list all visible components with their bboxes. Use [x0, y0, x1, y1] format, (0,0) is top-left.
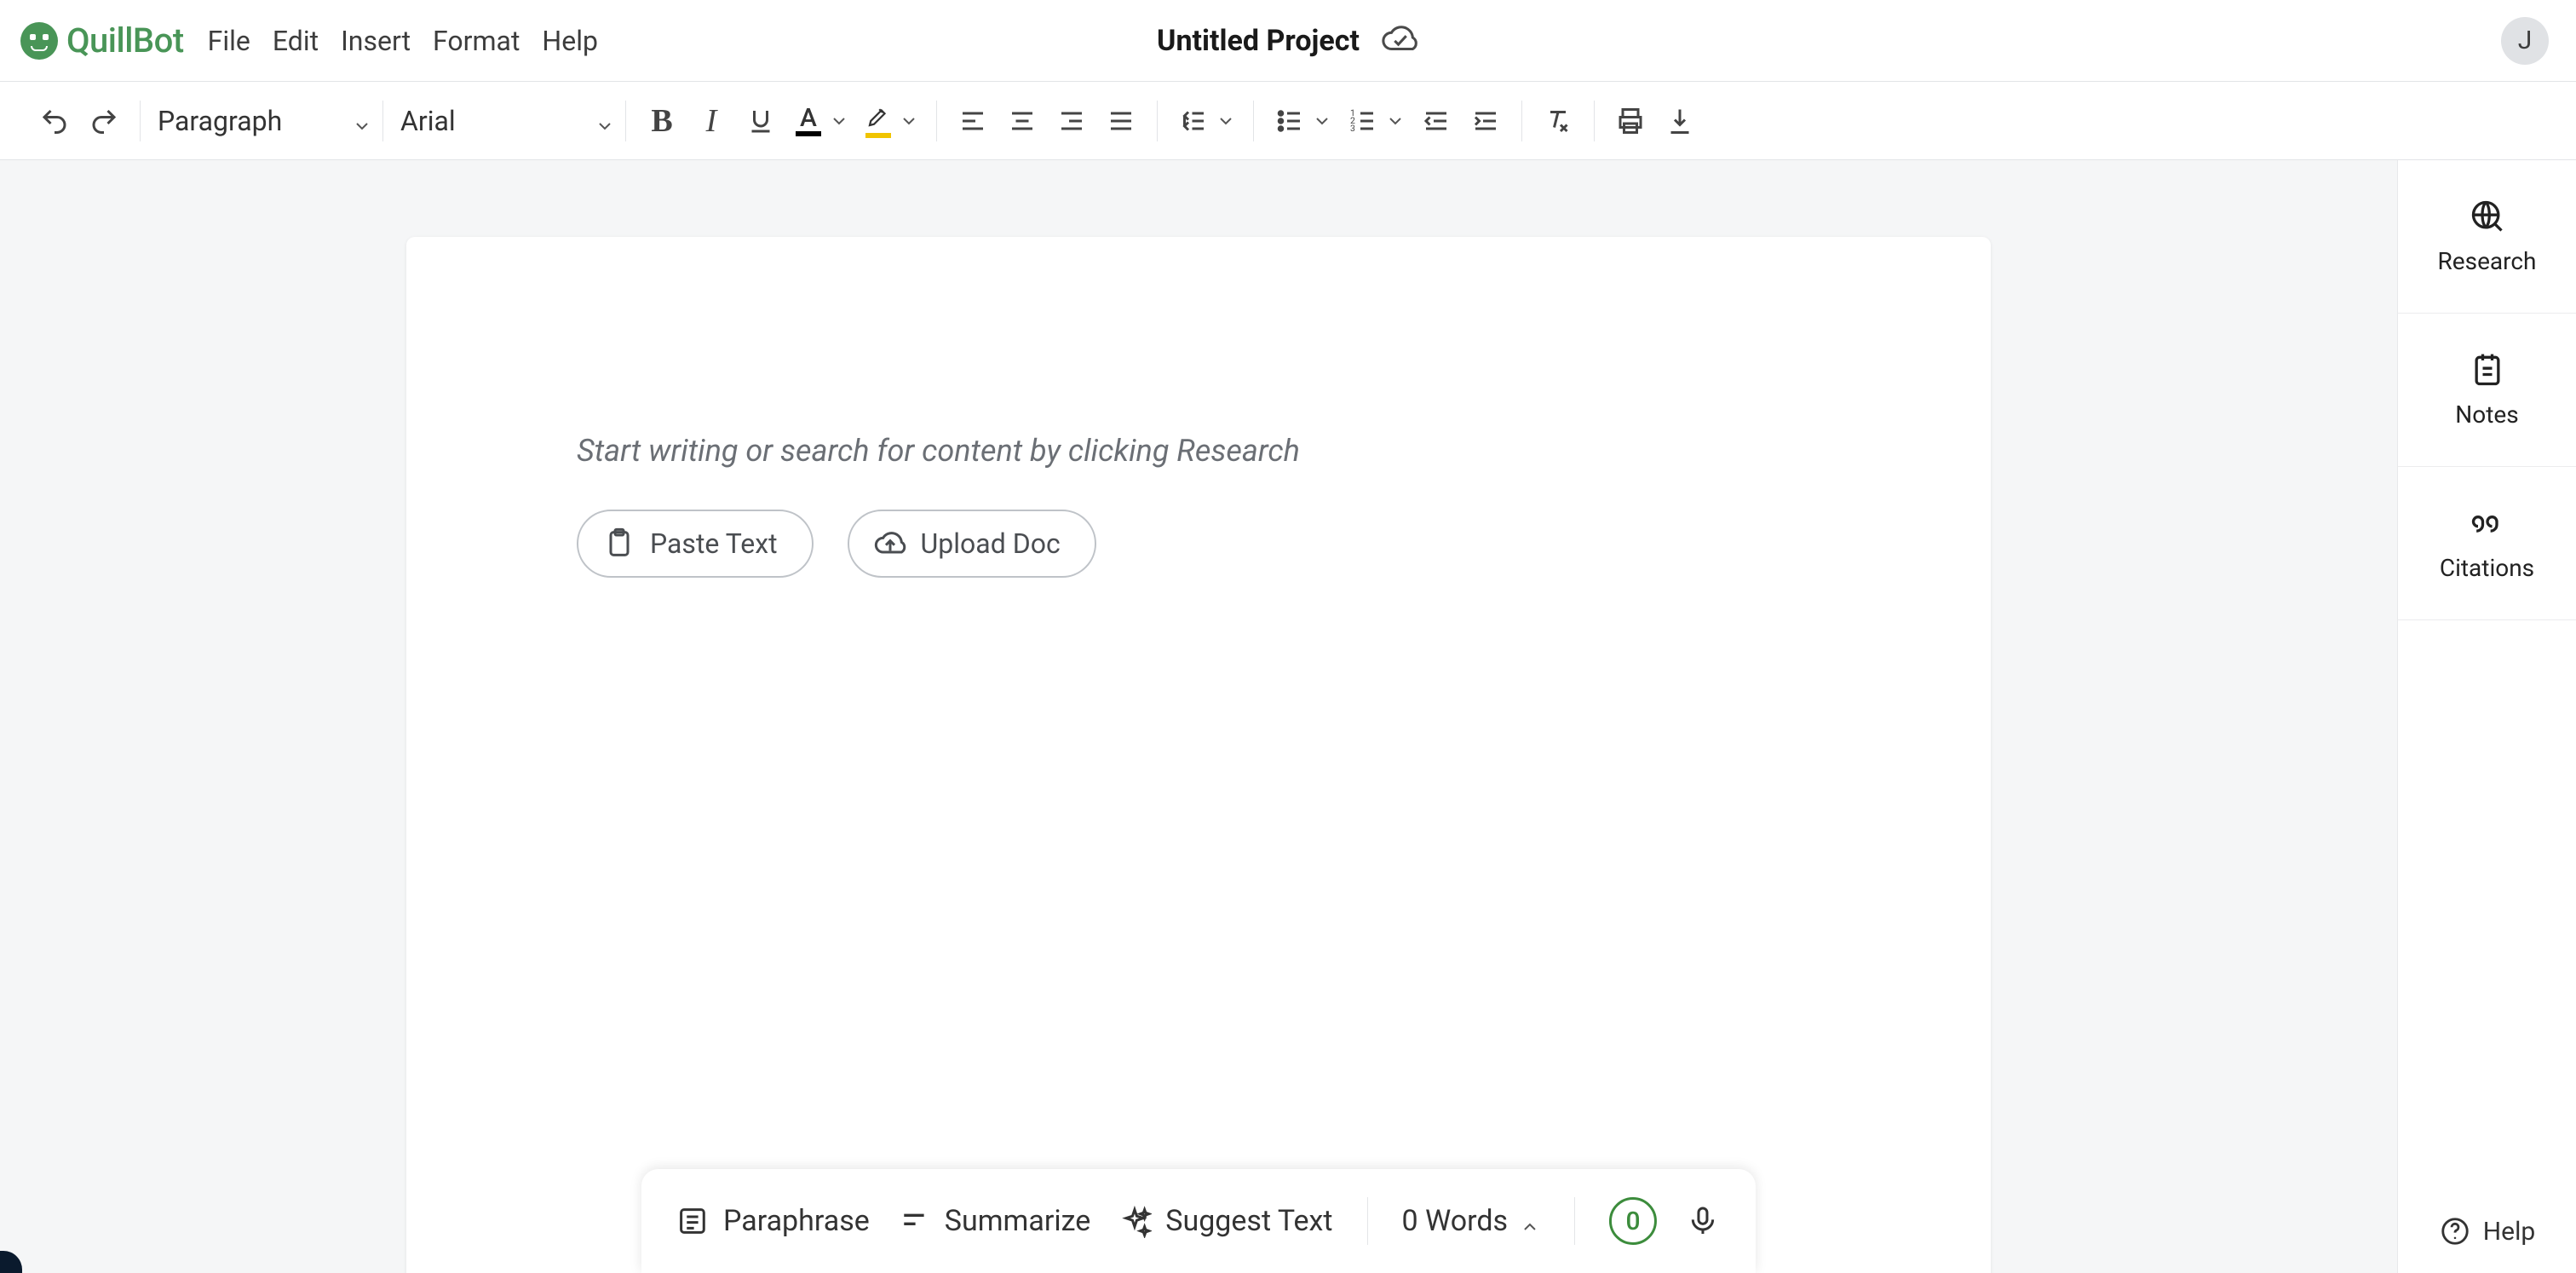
word-count-label: 0 Words [1402, 1204, 1509, 1238]
suggestion-count-badge[interactable]: 0 [1609, 1197, 1657, 1245]
redo-button[interactable] [85, 102, 123, 140]
text-color-button[interactable]: A [791, 102, 849, 140]
rail-notes[interactable]: Notes [2398, 314, 2576, 467]
align-left-button[interactable] [954, 102, 992, 140]
summarize-label: Summarize [945, 1204, 1090, 1238]
menu-items: File Edit Insert Format Help [208, 25, 598, 57]
cloud-sync-icon[interactable] [1380, 20, 1419, 62]
undo-button[interactable] [36, 102, 73, 140]
rail-citations-label: Citations [2440, 554, 2534, 582]
clipboard-icon [602, 527, 636, 561]
rail-research[interactable]: Research [2398, 160, 2576, 314]
brand-name: QuillBot [66, 20, 184, 60]
menu-insert[interactable]: Insert [341, 25, 411, 57]
chevron-down-icon [1216, 111, 1236, 131]
floatbar-separator [1367, 1197, 1368, 1245]
word-count-toggle[interactable]: 0 Words [1402, 1204, 1541, 1238]
rail-citations[interactable]: Citations [2398, 467, 2576, 620]
editor-placeholder: Start writing or search for content by c… [577, 433, 1820, 469]
chevron-down-icon [829, 111, 849, 131]
chevron-down-icon [352, 111, 372, 131]
chevron-down-icon [1312, 111, 1332, 131]
rail-notes-label: Notes [2455, 400, 2518, 429]
paste-text-label: Paste Text [650, 527, 778, 560]
logo[interactable]: QuillBot [20, 20, 184, 60]
quote-icon [2469, 504, 2506, 542]
bullet-list-button[interactable] [1271, 102, 1332, 140]
bold-button[interactable]: B [643, 102, 681, 140]
floatbar-separator [1574, 1197, 1575, 1245]
sparkle-icon [1118, 1204, 1152, 1238]
paragraph-style-select[interactable]: Paragraph [142, 97, 381, 145]
download-button[interactable] [1661, 102, 1699, 140]
toolbar-separator [1253, 101, 1254, 141]
summarize-icon [897, 1204, 931, 1238]
font-family-value: Arial [400, 105, 456, 137]
toolbar-separator [1594, 101, 1595, 141]
user-avatar[interactable]: J [2501, 17, 2549, 65]
paraphrase-label: Paraphrase [723, 1204, 870, 1238]
menu-format[interactable]: Format [433, 25, 520, 57]
menubar: QuillBot File Edit Insert Format Help Un… [0, 0, 2576, 82]
rail-research-label: Research [2438, 247, 2537, 275]
microphone-icon [1686, 1204, 1720, 1238]
toolbar-separator [625, 101, 626, 141]
indent-decrease-button[interactable] [1417, 102, 1455, 140]
toolbar-separator [936, 101, 937, 141]
align-center-button[interactable] [1003, 102, 1041, 140]
paraphrase-icon [676, 1204, 710, 1238]
avatar-initial: J [2518, 26, 2533, 55]
summarize-button[interactable]: Summarize [897, 1204, 1090, 1238]
document-title-area: Untitled Project [1157, 20, 1419, 62]
bottom-action-bar: Paraphrase Summarize Suggest Text 0 Word… [641, 1169, 1756, 1273]
clear-formatting-button[interactable] [1539, 102, 1577, 140]
document-title[interactable]: Untitled Project [1157, 24, 1360, 58]
font-family-select[interactable]: Arial [385, 97, 624, 145]
toolbar-separator [382, 101, 383, 141]
upload-doc-label: Upload Doc [921, 527, 1061, 560]
line-spacing-button[interactable] [1175, 102, 1236, 140]
rail-help-label: Help [2483, 1217, 2535, 1247]
chevron-down-icon [595, 111, 615, 131]
suggestion-count-value: 0 [1626, 1207, 1641, 1236]
toolbar-separator [140, 101, 141, 141]
svg-text:3: 3 [1350, 123, 1355, 134]
chevron-down-icon [1385, 111, 1406, 131]
paraphrase-button[interactable]: Paraphrase [676, 1204, 870, 1238]
toolbar-separator [1521, 101, 1522, 141]
menu-help[interactable]: Help [542, 25, 598, 57]
quillbot-logo-icon [20, 22, 58, 60]
numbered-list-button[interactable]: 123 [1344, 102, 1406, 140]
paste-text-button[interactable]: Paste Text [577, 510, 814, 578]
document-page[interactable]: Start writing or search for content by c… [406, 237, 1991, 1273]
help-icon [2439, 1215, 2471, 1247]
indent-increase-button[interactable] [1467, 102, 1504, 140]
suggest-text-button[interactable]: Suggest Text [1118, 1204, 1332, 1238]
suggest-text-label: Suggest Text [1165, 1204, 1332, 1238]
globe-search-icon [2469, 198, 2506, 235]
canvas-scroll-area[interactable]: Start writing or search for content by c… [0, 160, 2397, 1273]
menu-file[interactable]: File [208, 25, 250, 57]
rail-help[interactable]: Help [2398, 1189, 2576, 1273]
editor-action-chips: Paste Text Upload Doc [577, 510, 1820, 578]
align-justify-button[interactable] [1102, 102, 1140, 140]
main-area: Start writing or search for content by c… [0, 160, 2576, 1273]
italic-button[interactable]: I [693, 102, 730, 140]
toolbar-separator [1157, 101, 1158, 141]
paragraph-style-value: Paragraph [158, 105, 282, 137]
notes-icon [2469, 351, 2506, 389]
highlight-color-button[interactable] [861, 102, 919, 140]
chevron-down-icon [899, 111, 919, 131]
menu-edit[interactable]: Edit [273, 25, 319, 57]
print-button[interactable] [1612, 102, 1649, 140]
microphone-button[interactable] [1684, 1202, 1722, 1240]
upload-doc-button[interactable]: Upload Doc [848, 510, 1096, 578]
toolbar: Paragraph Arial B I A [0, 82, 2576, 160]
right-sidebar: Research Notes Citations Help [2397, 160, 2576, 1273]
underline-button[interactable] [742, 102, 779, 140]
align-right-button[interactable] [1053, 102, 1090, 140]
chevron-up-icon [1520, 1211, 1540, 1231]
cloud-upload-icon [873, 527, 907, 561]
